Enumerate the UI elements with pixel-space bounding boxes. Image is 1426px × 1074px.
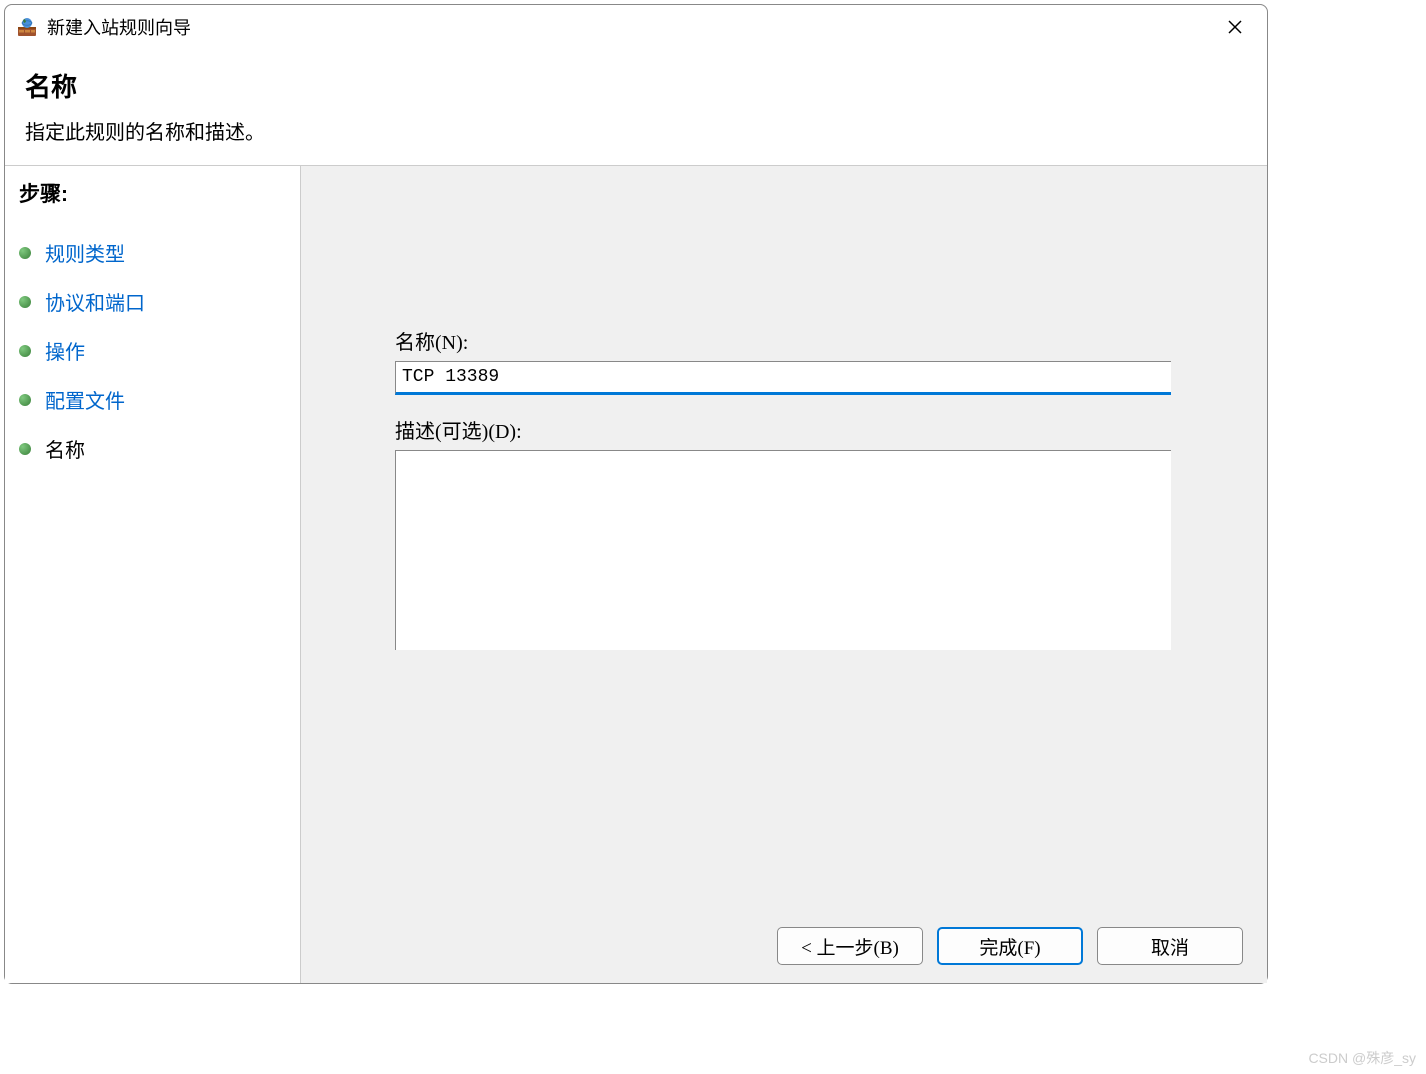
close-button[interactable] [1215,7,1255,47]
step-rule-type[interactable]: 规则类型 [19,228,300,277]
bullet-icon [19,247,31,259]
description-label: 描述(可选)(D): [395,415,1207,444]
bullet-icon [19,394,31,406]
wizard-window: 新建入站规则向导 名称 指定此规则的名称和描述。 步骤: 规则类型 协议和端口 [4,4,1268,984]
main-content: 名称(N): 描述(可选)(D): < 上一步(B) 完成(F) 取消 [301,166,1267,983]
form-area: 名称(N): 描述(可选)(D): [395,326,1207,655]
back-button[interactable]: < 上一步(B) [777,927,923,965]
bullet-icon [19,296,31,308]
sidebar: 步骤: 规则类型 协议和端口 操作 配置文件 名称 [5,166,301,983]
description-textarea[interactable] [395,450,1171,650]
finish-button[interactable]: 完成(F) [937,927,1083,965]
steps-header: 步骤: [19,178,300,208]
step-label: 名称 [45,434,85,463]
cancel-button[interactable]: 取消 [1097,927,1243,965]
button-bar: < 上一步(B) 完成(F) 取消 [777,927,1243,965]
bullet-icon [19,345,31,357]
window-title: 新建入站规则向导 [47,14,1215,40]
step-name[interactable]: 名称 [19,424,300,473]
page-subtitle: 指定此规则的名称和描述。 [25,116,1247,145]
titlebar: 新建入站规则向导 [5,5,1267,49]
step-action[interactable]: 操作 [19,326,300,375]
step-label: 操作 [45,336,85,365]
step-label: 协议和端口 [45,287,145,316]
step-protocol-port[interactable]: 协议和端口 [19,277,300,326]
body-section: 步骤: 规则类型 协议和端口 操作 配置文件 名称 [5,166,1267,983]
page-title: 名称 [25,67,1247,104]
close-icon [1228,20,1242,34]
step-label: 规则类型 [45,238,125,267]
name-input[interactable] [395,361,1171,395]
step-label: 配置文件 [45,385,125,414]
bullet-icon [19,443,31,455]
name-label: 名称(N): [395,326,1207,355]
step-profile[interactable]: 配置文件 [19,375,300,424]
watermark: CSDN @殊彦_sy [1308,1048,1416,1068]
header-section: 名称 指定此规则的名称和描述。 [5,49,1267,166]
app-icon [17,17,37,37]
